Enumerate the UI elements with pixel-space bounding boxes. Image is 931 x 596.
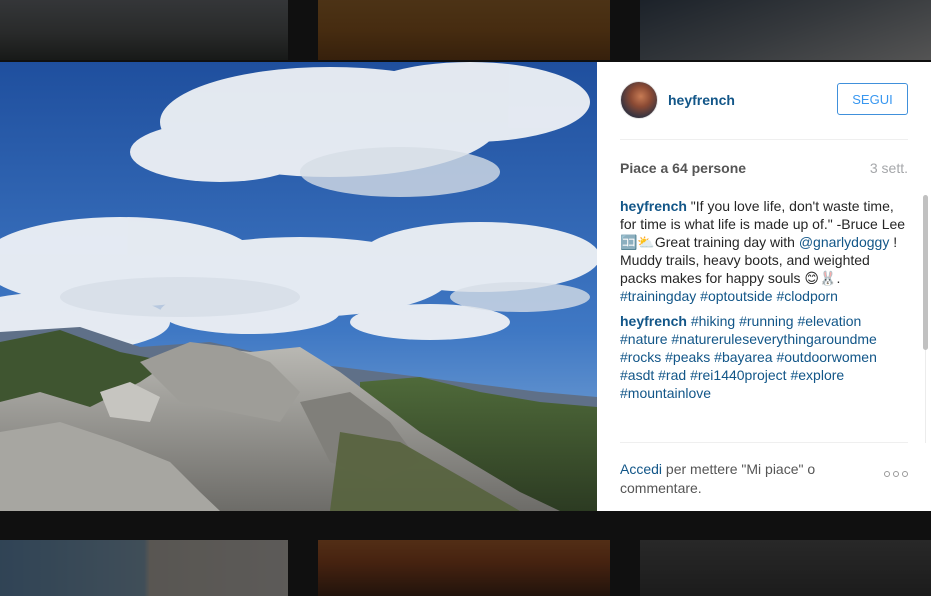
post-modal: heyfrench SEGUI Piace a 64 persone 3 set… — [0, 62, 931, 511]
comments-scrollbar[interactable] — [923, 195, 928, 443]
hashtag-link[interactable]: #nature — [620, 331, 667, 347]
hashtag-link[interactable]: #hiking — [691, 313, 735, 329]
hashtag-link[interactable]: #bayarea — [714, 349, 772, 365]
post-header: heyfrench SEGUI — [620, 81, 908, 140]
hashtag-link[interactable]: #optoutside — [700, 288, 772, 304]
comment: heyfrench #hiking #running #elevation #n… — [620, 312, 908, 402]
comment-username[interactable]: heyfrench — [620, 198, 687, 214]
mention-link[interactable]: @gnarlydoggy — [799, 234, 890, 250]
username-link[interactable]: heyfrench — [668, 92, 735, 108]
login-link[interactable]: Accedi — [620, 461, 662, 477]
hashtag-link[interactable]: #rocks — [620, 349, 661, 365]
hashtag-link[interactable]: #explore — [790, 367, 844, 383]
follow-button[interactable]: SEGUI — [837, 83, 908, 115]
post-photo[interactable] — [0, 62, 597, 511]
hashtag-link[interactable]: #outdoorwomen — [776, 349, 876, 365]
hashtag-link[interactable]: #asdt — [620, 367, 654, 383]
hashtag-link[interactable]: #peaks — [665, 349, 710, 365]
hashtag-link[interactable]: #trainingday — [620, 288, 696, 304]
dot-icon — [902, 471, 908, 477]
hashtag-link[interactable]: #rad — [658, 367, 686, 383]
comments-list[interactable]: heyfrench "If you love life, don't waste… — [620, 197, 908, 443]
dot-icon — [884, 471, 890, 477]
login-prompt: Accedi per mettere "Mi piace" o commenta… — [620, 460, 860, 498]
hashtag-link[interactable]: #natureruleseverythingaroundme — [671, 331, 876, 347]
hashtag-link[interactable]: #clodporn — [776, 288, 838, 304]
likes-count[interactable]: Piace a 64 persone — [620, 160, 746, 176]
hashtag-link[interactable]: #mountainlove — [620, 385, 711, 401]
more-options-icon[interactable] — [884, 471, 908, 477]
comment: heyfrench "If you love life, don't waste… — [620, 197, 908, 305]
hashtag-link[interactable]: #rei1440project — [690, 367, 787, 383]
comment-username[interactable]: heyfrench — [620, 313, 687, 329]
landscape-image — [0, 62, 597, 511]
hashtag-link[interactable]: #elevation — [797, 313, 861, 329]
hashtag-link[interactable]: #running — [739, 313, 794, 329]
post-time[interactable]: 3 sett. — [870, 160, 908, 176]
dot-icon — [893, 471, 899, 477]
scrollbar-thumb[interactable] — [923, 195, 928, 350]
post-sidebar: heyfrench SEGUI Piace a 64 persone 3 set… — [597, 62, 931, 511]
avatar[interactable] — [620, 81, 658, 119]
